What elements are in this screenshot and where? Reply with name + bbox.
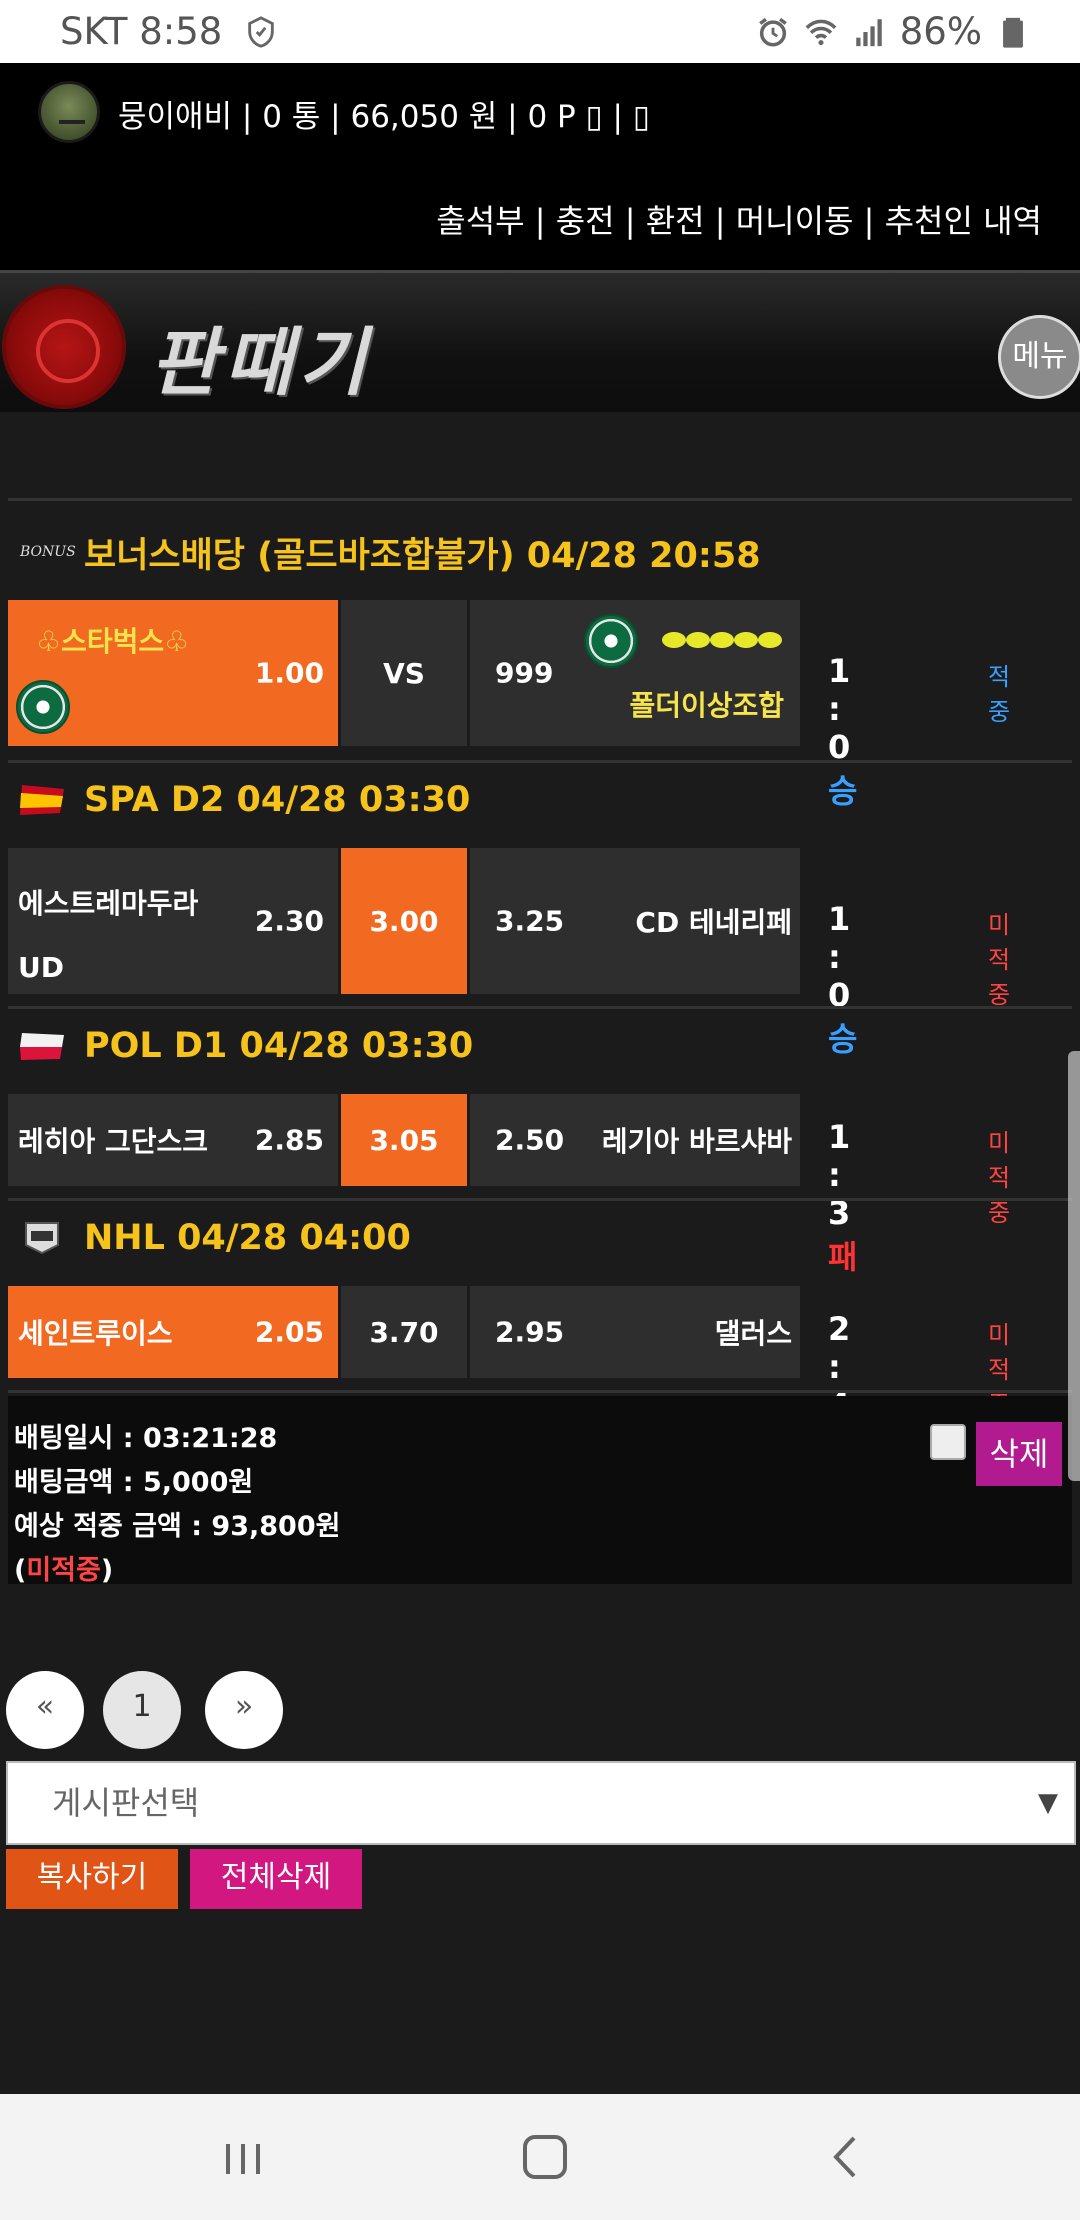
spain-flag-icon — [20, 785, 64, 815]
away-odd: 2.50 — [495, 1123, 565, 1157]
draw-option[interactable]: 3.00 — [341, 848, 467, 994]
home-team: 에스트레마두라 UD — [18, 887, 199, 984]
game-header: POL D1 04/28 03:30 — [8, 1012, 1072, 1080]
system-nav-bar — [0, 2094, 1080, 2220]
draw-option[interactable]: 3.05 — [341, 1094, 467, 1186]
nhl-logo-icon — [25, 1222, 59, 1255]
away-option[interactable]: 999 폴더이상조합 — [470, 600, 800, 746]
draw-odd: 3.00 — [369, 904, 439, 938]
game-header: BONUS 보너스배당 (골드바조합불가) 04/28 20:58 — [8, 518, 1072, 586]
avatar[interactable] — [38, 81, 100, 143]
bet-summary: 배팅일시 : 03:21:28 배팅금액 : 5,000원 예상 적중 금액 :… — [8, 1396, 1072, 1587]
wifi-icon — [805, 19, 837, 45]
carrier-time: SKT 8:58 — [60, 10, 223, 53]
home-team: 세인트루이스 — [18, 1317, 173, 1350]
decorative-icon — [662, 632, 782, 648]
divider — [8, 1198, 1072, 1201]
draw-option[interactable]: 3.70 — [341, 1286, 467, 1378]
game-header: SPA D2 04/28 03:30 — [8, 766, 1072, 834]
copy-button[interactable]: 복사하기 — [6, 1849, 178, 1909]
game-header: NHL 04/28 04:00 — [8, 1204, 1072, 1272]
starbucks-logo-icon — [16, 680, 70, 734]
divider — [8, 1390, 1072, 1393]
logo-bar: 판때기 메뉴 — [0, 270, 1080, 412]
delete-all-button[interactable]: 전체삭제 — [190, 1849, 362, 1909]
away-option[interactable]: 3.25 CD 테네리페 — [470, 848, 800, 994]
draw-option[interactable]: VS — [341, 600, 467, 746]
away-option[interactable]: 2.95 댈러스 — [470, 1286, 800, 1378]
home-odd: 2.85 — [254, 1123, 324, 1157]
user-links[interactable]: 출석부 | 충전 | 환전 | 머니이동 | 추천인 내역 — [436, 196, 1042, 242]
game-title: SPA D2 04/28 03:30 — [84, 780, 471, 820]
board-select-value: 게시판선택 — [52, 1784, 200, 1822]
away-team: 폴더이상조합 — [629, 689, 784, 722]
draw-odd: VS — [383, 656, 425, 690]
home-team: 레히아 그단스크 — [18, 1125, 209, 1158]
score-value: 1 : 0 — [828, 652, 851, 766]
game-title: POL D1 04/28 03:30 — [84, 1026, 474, 1066]
chevron-down-icon: ▼ — [1038, 1788, 1058, 1818]
away-odd: 2.95 — [495, 1315, 565, 1349]
bet-status: 미적중 — [988, 911, 1011, 1009]
poland-flag-icon — [20, 1033, 64, 1060]
bet-amount: 배팅금액 : 5,000원 — [14, 1467, 254, 1498]
board-select[interactable]: 게시판선택 ▼ — [6, 1761, 1076, 1845]
draw-odd: 3.70 — [369, 1315, 439, 1349]
signal-icon — [856, 18, 882, 46]
home-icon[interactable] — [510, 2124, 580, 2190]
game-title: NHL 04/28 04:00 — [84, 1218, 411, 1258]
home-team: ♧스타벅스♧ — [36, 625, 190, 658]
next-page-button[interactable]: » — [205, 1671, 283, 1749]
away-option[interactable]: 2.50 레기아 바르샤바 — [470, 1094, 800, 1186]
user-header: 뭉이애비 | 0 통 | 66,050 원 | 0 P ▯ | ▯ 출석부 | … — [0, 63, 1080, 270]
starbucks-logo-icon — [584, 614, 638, 668]
away-team: CD 테네리페 — [635, 906, 792, 939]
paren-close: ) — [100, 1555, 114, 1586]
draw-odd: 3.05 — [369, 1123, 439, 1157]
user-info[interactable]: 뭉이애비 | 0 통 | 66,050 원 | 0 P ▯ | ▯ — [118, 91, 650, 136]
bet-status: 적중 — [988, 663, 1011, 726]
site-logo[interactable]: 판때기 — [150, 303, 372, 410]
bonus-icon: BONUS — [20, 544, 76, 560]
paren-open: ( — [14, 1555, 27, 1586]
home-odd: 2.05 — [254, 1315, 324, 1349]
seal-logo-icon[interactable] — [2, 285, 126, 409]
divider — [8, 760, 1072, 763]
bet-time: 배팅일시 : 03:21:28 — [14, 1423, 278, 1454]
game-title: 보너스배당 (골드바조합불가) 04/28 20:58 — [84, 535, 761, 576]
divider — [8, 498, 1072, 501]
shield-icon — [248, 15, 275, 48]
away-team: 댈러스 — [714, 1317, 792, 1350]
recent-apps-icon[interactable] — [208, 2124, 278, 2190]
home-option[interactable]: 레히아 그단스크 2.85 — [8, 1094, 338, 1186]
home-option[interactable]: 에스트레마두라 UD 2.30 — [8, 848, 338, 994]
home-odd: 1.00 — [254, 656, 324, 690]
home-odd: 2.30 — [254, 904, 324, 938]
bet-history: BONUS 보너스배당 (골드바조합불가) 04/28 20:58 ♧스타벅스♧… — [0, 412, 1080, 2094]
expected-amount: 예상 적중 금액 : 93,800원 — [14, 1511, 341, 1542]
page-1-button[interactable]: 1 — [103, 1671, 181, 1749]
away-odd: 3.25 — [495, 904, 565, 938]
away-odd: 999 — [495, 656, 554, 690]
away-team: 레기아 바르샤바 — [601, 1125, 792, 1158]
back-icon[interactable] — [812, 2124, 882, 2190]
bet-state-label: 미적중 — [26, 1555, 101, 1586]
select-checkbox[interactable] — [930, 1424, 966, 1460]
score-value: 1 : 0 — [828, 900, 851, 1014]
battery-percent: 86% — [899, 10, 982, 53]
scrollbar[interactable] — [1068, 1051, 1080, 1481]
home-option[interactable]: 세인트루이스 2.05 — [8, 1286, 338, 1378]
divider — [8, 1006, 1072, 1009]
menu-button[interactable]: 메뉴 — [998, 315, 1080, 399]
battery-icon — [1003, 17, 1023, 48]
bet-state: (미적중) — [14, 1548, 113, 1587]
prev-page-button[interactable]: « — [6, 1671, 84, 1749]
alarm-icon — [758, 17, 787, 47]
home-option[interactable]: ♧스타벅스♧ 1.00 — [8, 600, 338, 746]
delete-button[interactable]: 삭제 — [976, 1422, 1062, 1486]
status-bar: SKT 8:58 86% — [0, 0, 1080, 63]
